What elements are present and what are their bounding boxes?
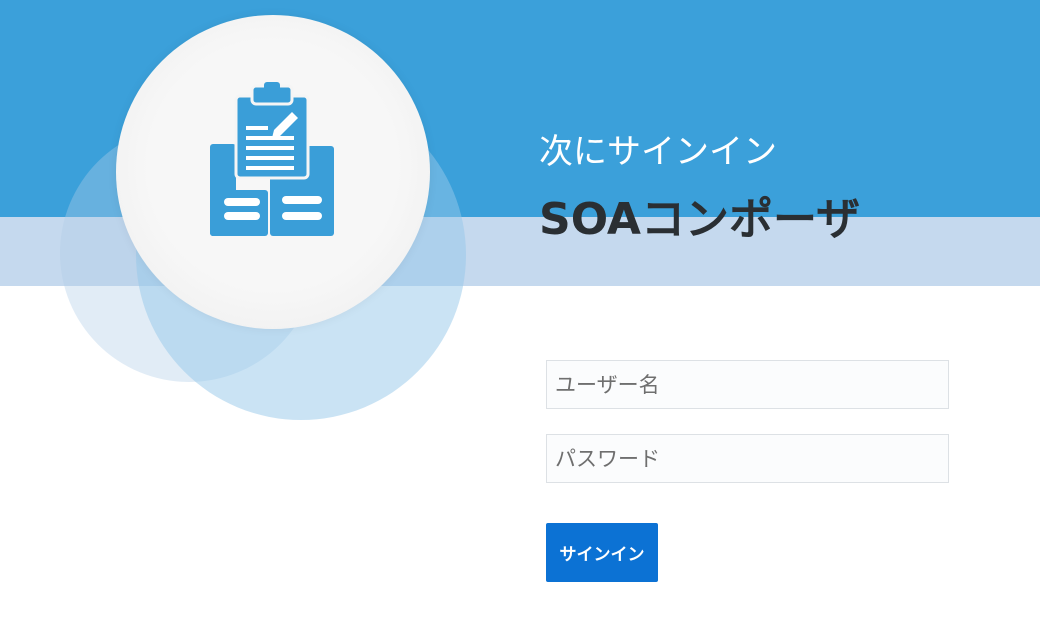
password-field[interactable] (546, 434, 949, 483)
app-title: SOAコンポーザ (539, 194, 861, 245)
sign-in-button[interactable]: サインイン (546, 523, 658, 582)
login-page: 次にサインイン SOAコンポーザ サインイン (0, 0, 1040, 626)
username-field[interactable] (546, 360, 949, 409)
sign-in-subtitle: 次にサインイン (539, 132, 777, 172)
clipboard-documents-icon (210, 82, 334, 236)
